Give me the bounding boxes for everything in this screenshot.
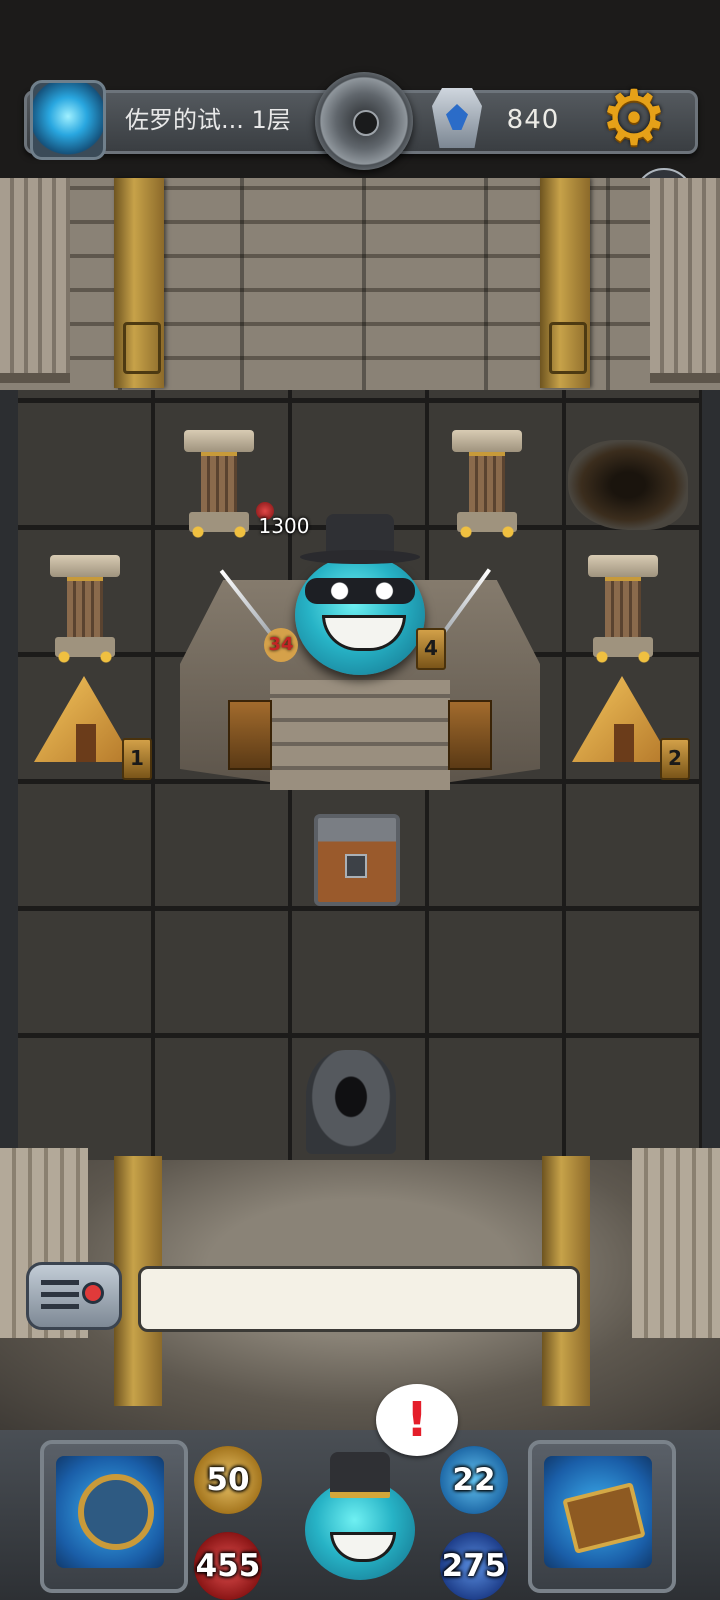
hero-hat-icon <box>330 1452 390 1498</box>
medallion-icon[interactable] <box>315 72 413 170</box>
pillar-statue[interactable] <box>452 430 522 538</box>
gem-count: 840 <box>506 105 560 135</box>
boss-hat-icon <box>300 514 420 564</box>
player-attack: 50 <box>206 1462 250 1498</box>
spellbook-icon <box>562 1482 646 1554</box>
boss-attack: 34 <box>264 628 298 662</box>
tent-timer-left: 1 <box>122 738 152 780</box>
tent-timer-right: 2 <box>660 738 690 780</box>
wall-left <box>0 390 18 1160</box>
player-hp: 455 <box>195 1548 261 1584</box>
message-box[interactable] <box>138 1266 580 1332</box>
notification-dot <box>85 1285 101 1301</box>
wall-right <box>702 390 720 1160</box>
pillar-lower-right <box>632 1148 720 1338</box>
boss-hp: 1300 <box>258 514 310 538</box>
chest-lock-icon <box>345 854 367 878</box>
treasure-chest[interactable] <box>314 814 400 906</box>
gem-inner <box>446 104 468 130</box>
gold-post-right <box>540 178 590 388</box>
pillar-statue[interactable] <box>50 555 120 663</box>
spellbook-button[interactable] <box>528 1440 676 1593</box>
chat-button[interactable] <box>26 1262 122 1330</box>
settings-gear-icon[interactable]: ⚙ <box>598 80 670 156</box>
boss-eyes <box>322 580 402 602</box>
level-title: 佐罗的试... 1层 <box>125 106 291 134</box>
pillar-right <box>650 178 720 383</box>
pillar-statue[interactable] <box>184 430 254 538</box>
medallion-core <box>353 110 379 136</box>
platform-panel-right <box>448 700 492 770</box>
stone-wall <box>0 178 720 390</box>
platform-steps <box>270 680 450 790</box>
gem-icon <box>432 88 482 148</box>
platform-panel-left <box>228 700 272 770</box>
pillar-statue[interactable] <box>588 555 658 663</box>
floor-hole[interactable] <box>568 440 688 530</box>
equipment-button[interactable] <box>40 1440 188 1593</box>
stairs-exit[interactable] <box>306 1050 396 1154</box>
player-mana: 275 <box>441 1548 507 1584</box>
chat-lines-icon <box>41 1279 79 1309</box>
alert-bubble[interactable]: ! <box>376 1384 458 1456</box>
gold-post-left <box>114 178 164 388</box>
portal-icon[interactable] <box>30 80 106 160</box>
boss-timer: 4 <box>416 628 446 670</box>
player-defense: 22 <box>452 1462 496 1498</box>
compass-helmet-icon <box>78 1474 154 1550</box>
pillar-left <box>0 178 70 383</box>
